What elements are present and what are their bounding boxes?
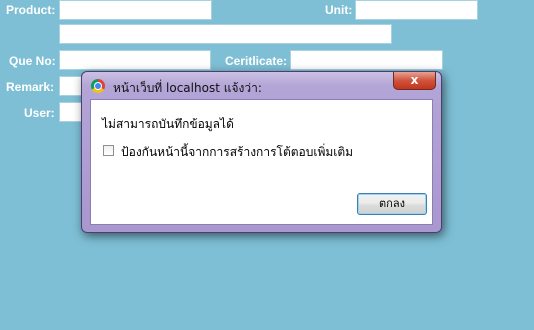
chrome-icon [91,79,105,93]
prevent-dialogs-checkbox[interactable] [103,145,114,156]
dialog-body: ไม่สามารถบันทึกข้อมูลได้ ป้องกันหน้านี้จ… [90,99,433,225]
ok-button[interactable]: ตกลง [357,193,427,215]
product-input[interactable] [59,0,212,20]
certificate-input[interactable] [290,50,443,70]
unit-input[interactable] [355,0,478,20]
prevent-dialogs-label[interactable]: ป้องกันหน้านี้จากการสร้างการโต้ตอบเพิ่มเ… [121,143,353,162]
alert-dialog: หน้าเว็บที่ localhost แจ้งว่า: x ไม่สามา… [81,71,442,233]
close-icon: x [410,73,419,87]
dialog-message: ไม่สามารถบันทึกข้อมูลได้ [102,117,234,131]
dialog-title: หน้าเว็บที่ localhost แจ้งว่า: [113,81,262,95]
product-label: Product: [6,3,56,17]
queue-number-input[interactable] [59,50,211,70]
unit-label: Unit: [325,3,353,17]
remark-label: Remark: [6,80,55,94]
user-label: User: [24,106,55,120]
queue-number-label: Que No: [9,54,56,68]
product-detail-input[interactable] [59,24,392,44]
close-button[interactable]: x [393,72,436,90]
certificate-label: Ceritlicate: [225,54,288,68]
